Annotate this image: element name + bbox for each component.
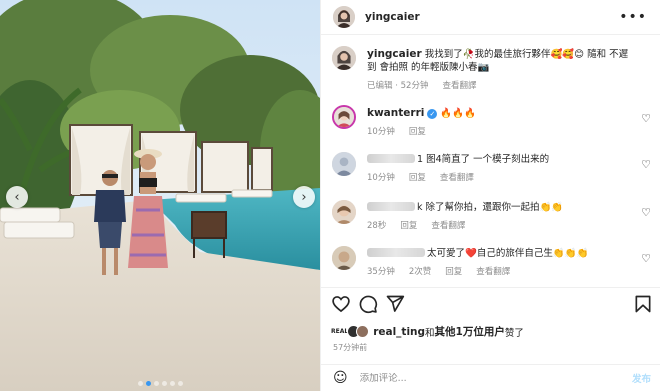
like-count[interactable]: 2次赞 — [409, 266, 431, 279]
carousel-dot — [177, 381, 183, 386]
comment-time: 10分钟 — [367, 127, 395, 137]
more-horizontal-icon[interactable]: ••• — [619, 9, 647, 25]
post-header: yingcaier ••• — [321, 0, 660, 34]
post-comment-button[interactable]: 发布 — [632, 371, 651, 385]
comment-icon[interactable] — [358, 294, 378, 314]
carousel-dot — [153, 381, 159, 386]
comment-username[interactable]: kwanterri — [367, 107, 424, 119]
post-timestamp[interactable]: 57分钟前 — [333, 342, 367, 353]
see-translation-link[interactable]: 查看翻譯 — [431, 220, 465, 233]
see-translation-link[interactable]: 查看翻譯 — [440, 172, 474, 185]
blurred-username — [367, 154, 415, 163]
reply-button[interactable]: 回复 — [409, 172, 426, 185]
comment-input[interactable] — [359, 372, 610, 384]
liked-by-others[interactable]: 其他1万位用户 — [435, 324, 505, 339]
caption-time: 52分钟 — [400, 81, 429, 91]
edited-label: 已编辑 · 52分钟 — [367, 81, 429, 91]
carousel-dot — [137, 381, 143, 386]
caption-username[interactable]: yingcaier — [367, 48, 422, 60]
post-photo[interactable]: ‹ › — [0, 0, 320, 391]
avatar[interactable] — [332, 246, 356, 270]
comment-item: k 除了幫你拍，還跟你一起拍👏👏 28秒 回复 查看翻譯 ♡ — [321, 198, 660, 234]
reply-button[interactable]: 回复 — [409, 126, 426, 139]
actions-divider — [321, 287, 660, 288]
emoji-icon[interactable]: ☺ — [333, 370, 348, 386]
chevron-right-icon[interactable]: › — [293, 186, 315, 208]
send-icon[interactable] — [385, 294, 405, 314]
real-badge: REAL — [331, 328, 349, 335]
heart-icon[interactable]: ♡ — [641, 252, 651, 265]
comment-item: 1 图4简直了 一个模子刻出来的 10分钟 回复 查看翻譯 ♡ — [321, 150, 660, 186]
avatar[interactable] — [332, 105, 356, 129]
comment-text: 太可愛了❤️自己的旅伴自己生👏👏👏 — [427, 248, 589, 259]
liked-by-username[interactable]: real_ting — [373, 326, 425, 338]
comment-text: 1 图4简直了 一个模子刻出来的 — [417, 154, 550, 165]
chevron-left-icon[interactable]: ‹ — [6, 186, 28, 208]
liked-by-connector: 和 — [425, 327, 435, 339]
action-bar — [321, 292, 660, 318]
reply-button[interactable]: 回复 — [400, 220, 417, 233]
reply-button[interactable]: 回复 — [445, 266, 462, 279]
bookmark-icon[interactable] — [633, 294, 653, 314]
comment-time: 10分钟 — [367, 173, 395, 183]
avatar[interactable] — [332, 200, 356, 224]
liked-by-suffix: 赞了 — [504, 327, 524, 339]
see-translation-link[interactable]: 查看翻譯 — [442, 80, 476, 93]
comment-time: 35分钟 — [367, 267, 395, 277]
heart-icon[interactable]: ♡ — [641, 206, 651, 219]
comment-item: kwanterri ✓ 🔥🔥🔥 10分钟 回复 ♡ — [321, 104, 660, 140]
avatar[interactable] — [356, 325, 370, 338]
heart-icon[interactable]: ♡ — [641, 158, 651, 171]
comment-time: 28秒 — [367, 221, 387, 231]
see-translation-link[interactable]: 查看翻譯 — [476, 266, 510, 279]
edited-text: 已编辑 — [367, 81, 393, 91]
liked-by: REAL real_ting 和 其他1万位用户 赞了 — [331, 324, 524, 339]
add-comment-bar: ☺ 发布 — [321, 364, 660, 391]
header-divider — [321, 34, 660, 35]
avatar[interactable] — [333, 6, 355, 28]
resort-photo — [0, 0, 320, 391]
liked-by-avatars: REAL — [331, 325, 370, 338]
blurred-username — [367, 202, 415, 211]
avatar[interactable] — [332, 46, 356, 70]
carousel-dot — [169, 381, 175, 386]
heart-icon[interactable]: ♡ — [641, 112, 651, 125]
comment-text: k 除了幫你拍，還跟你一起拍👏👏 — [417, 202, 564, 213]
blurred-username — [367, 248, 425, 257]
post-sidebar: yingcaier ••• yingcaier 我找到了🥀我的最佳旅行夥伴🥰🥰😊… — [320, 0, 660, 391]
carousel-dot — [145, 381, 151, 386]
comment-text: 🔥🔥🔥 — [440, 108, 476, 119]
caption: yingcaier 我找到了🥀我的最佳旅行夥伴🥰🥰😊 隨和 不遲到 會拍照 的年… — [321, 44, 660, 94]
heart-icon[interactable] — [331, 294, 351, 314]
carousel-dot — [161, 381, 167, 386]
verified-badge-icon: ✓ — [427, 109, 438, 119]
comment-item: 太可愛了❤️自己的旅伴自己生👏👏👏 35分钟 2次赞 回复 查看翻譯 ♡ — [321, 244, 660, 280]
post-author-username[interactable]: yingcaier — [365, 11, 420, 23]
avatar[interactable] — [332, 152, 356, 176]
carousel-dots — [0, 381, 320, 386]
